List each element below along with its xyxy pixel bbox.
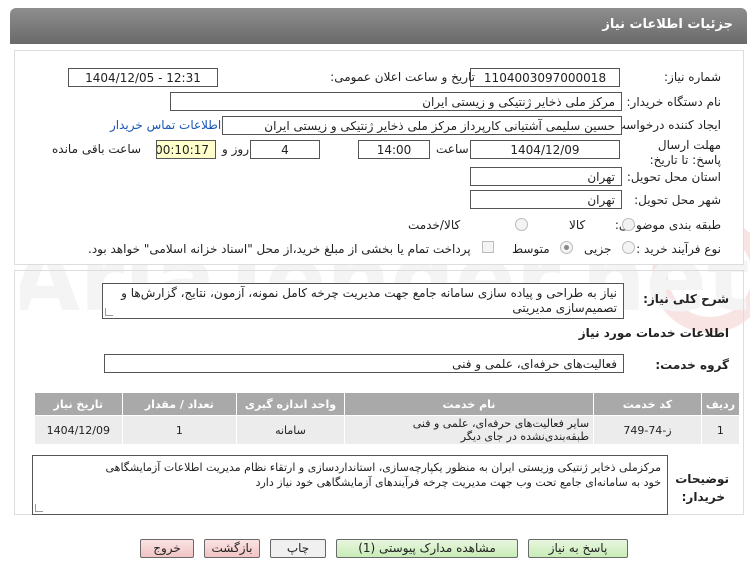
cell-date: 1404/12/09 — [34, 415, 123, 445]
table-header-row: ردیف کد خدمت نام خدمت واحد اندازه گیری ت… — [34, 392, 741, 416]
days-count-field[interactable]: 4 — [250, 140, 320, 159]
col-name-header: نام خدمت — [343, 392, 595, 416]
deadline-time-field[interactable]: 14:00 — [358, 140, 430, 159]
province-label: استان محل تحویل: — [626, 170, 721, 184]
summary-label: شرح کلی نیاز: — [643, 292, 729, 306]
services-heading: اطلاعات خدمات مورد نیاز — [578, 326, 729, 340]
province-field[interactable]: تهران — [470, 167, 622, 186]
buyer-notes-line-1: مرکزملی ذخایر ژنتیکی وزیستی ایران به منظ… — [105, 461, 661, 474]
buyer-notes-line-2: خود به سامانه‌ای جامع تحت وب جهت مدیریت … — [255, 476, 661, 489]
buyer-org-label: نام دستگاه خریدار: — [626, 95, 722, 109]
exit-button[interactable]: خروج — [140, 539, 194, 558]
remaining-time-field[interactable]: 00:10:17 — [156, 140, 216, 159]
time-label: ساعت — [436, 142, 469, 156]
category-goods-service-label: کالا/خدمت — [408, 218, 461, 232]
deadline-date-field[interactable]: 1404/12/09 — [470, 140, 620, 159]
page-header: جزئیات اطلاعات نیاز — [10, 8, 747, 44]
back-button[interactable]: بازگشت — [204, 539, 260, 558]
purchase-partial-radio[interactable] — [622, 241, 635, 254]
city-label: شهر محل تحویل: — [634, 193, 721, 207]
deadline-label: مهلت ارسال پاسخ: تا تاریخ: — [649, 138, 721, 167]
resize-handle-icon[interactable] — [105, 308, 113, 316]
payment-note: پرداخت تمام یا بخشی از مبلغ خرید،از محل … — [88, 242, 471, 256]
summary-line-1: نیاز به طراحی و پیاده سازی سامانه جامع ج… — [121, 286, 617, 300]
contact-info-link[interactable]: اطلاعات تماس خریدار — [110, 118, 221, 132]
announce-field[interactable]: 1404/12/05 - 12:31 — [68, 68, 218, 87]
cell-qty: 1 — [121, 415, 238, 445]
creator-label: ایجاد کننده درخواست: — [610, 118, 721, 132]
services-table: ردیف کد خدمت نام خدمت واحد اندازه گیری ت… — [34, 392, 741, 445]
buyer-notes-label-1: توضیحات — [675, 472, 729, 486]
view-documents-button[interactable]: مشاهده مدارک پیوستی (1) — [336, 539, 518, 558]
announce-label: تاریخ و ساعت اعلان عمومی: — [330, 70, 475, 84]
purchase-partial-label: جزیی — [584, 242, 612, 256]
col-unit-header: واحد اندازه گیری — [236, 392, 345, 416]
category-goods-radio[interactable] — [622, 218, 635, 231]
buyer-notes-textarea[interactable]: مرکزملی ذخایر ژنتیکی وزیستی ایران به منظ… — [32, 455, 668, 515]
reply-button[interactable]: پاسخ به نیاز — [528, 539, 628, 558]
cell-row: 1 — [700, 415, 741, 445]
col-code-header: کد خدمت — [593, 392, 702, 416]
buyer-notes-label-2: خریدار: — [681, 490, 725, 504]
cell-name: سایر فعالیت‌های حرفه‌ای، علمی و فنی طبقه… — [343, 415, 595, 445]
service-group-label: گروه خدمت: — [655, 358, 729, 372]
remaining-label: ساعت باقی مانده — [52, 142, 142, 156]
print-button[interactable]: چاپ — [270, 539, 326, 558]
service-group-field[interactable]: فعالیت‌های حرفه‌ای، علمی و فنی — [104, 354, 624, 373]
buyer-org-field[interactable]: مرکز ملی ذخایر ژنتیکی و زیستی ایران — [170, 92, 622, 111]
payment-checkbox[interactable] — [482, 241, 494, 253]
days-label: روز و — [222, 142, 249, 156]
col-qty-header: تعداد / مقدار — [121, 392, 238, 416]
resize-handle-icon[interactable] — [35, 504, 43, 512]
cell-unit: سامانه — [236, 415, 345, 445]
summary-textarea[interactable]: نیاز به طراحی و پیاده سازی سامانه جامع ج… — [102, 283, 624, 319]
category-goods-label: کالا — [569, 218, 586, 232]
need-number-label: شماره نیاز: — [664, 70, 721, 84]
purchase-medium-radio[interactable] — [560, 241, 573, 254]
category-goods-service-radio[interactable] — [515, 218, 528, 231]
purchase-type-label: نوع فرآیند خرید : — [636, 242, 721, 256]
need-number-field[interactable]: 1104003097000018 — [470, 68, 620, 87]
creator-field[interactable]: حسین سلیمی آشتیانی کارپرداز مرکز ملی ذخا… — [222, 116, 622, 135]
page-title: جزئیات اطلاعات نیاز — [602, 17, 733, 32]
summary-line-2: تصمیم‌سازی مدیریتی — [512, 301, 617, 315]
col-row-header: ردیف — [700, 392, 741, 416]
city-field[interactable]: تهران — [470, 190, 622, 209]
table-row: 1 ز-74-749 سایر فعالیت‌های حرفه‌ای، علمی… — [34, 415, 741, 445]
cell-code: ز-74-749 — [593, 415, 702, 445]
purchase-medium-label: متوسط — [512, 242, 550, 256]
col-date-header: تاریخ نیاز — [34, 392, 123, 416]
